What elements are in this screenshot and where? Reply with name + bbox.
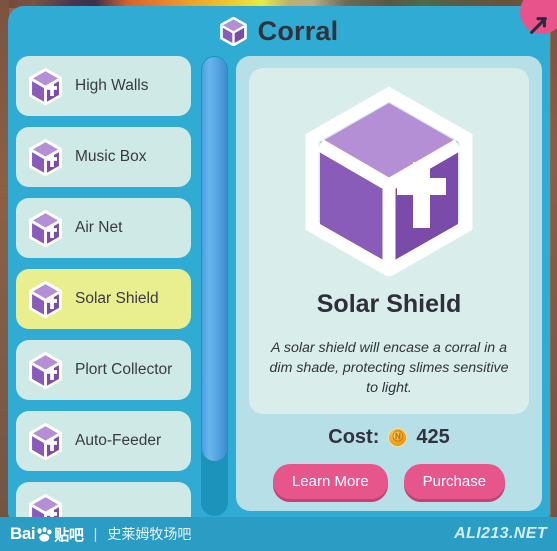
newbuck-coin-icon: Ⓝ — [388, 428, 408, 447]
detail-description: A solar shield will encase a corral in a… — [269, 340, 509, 397]
list-scrollbar-track[interactable] — [201, 56, 228, 516]
game-world-backdrop-right — [551, 0, 557, 551]
detail-card: Solar Shield A solar shield will encase … — [249, 68, 529, 414]
dialog-header: Corral — [8, 6, 550, 56]
cube-plus-icon — [27, 280, 64, 319]
tieba-text: 贴吧 — [54, 526, 84, 544]
cube-plus-icon — [27, 138, 64, 177]
list-scrollbar-thumb[interactable] — [202, 57, 227, 461]
list-item-label: Plort Collector — [75, 360, 173, 378]
cube-plus-icon — [27, 351, 64, 390]
detail-actions: Learn More Purchase — [236, 464, 542, 499]
list-item[interactable]: Air Net — [16, 198, 191, 258]
cube-plus-icon — [27, 493, 64, 519]
list-item-label: Solar Shield — [75, 289, 159, 307]
list-item-label: Air Net — [75, 218, 123, 236]
list-item[interactable]: Auto-Feeder — [16, 411, 191, 471]
list-item[interactable]: Music Box — [16, 127, 191, 187]
detail-icon-wrap — [249, 86, 529, 276]
list-item[interactable]: High Walls — [16, 56, 191, 116]
game-screen: Corral High Walls Music Box Air Net Sola… — [0, 0, 557, 551]
list-item[interactable] — [16, 482, 191, 519]
cost-value: 425 — [416, 426, 450, 448]
purchase-button[interactable]: Purchase — [403, 464, 506, 499]
cube-plus-icon — [27, 209, 64, 248]
cost-label: Cost: — [328, 426, 380, 448]
watermark-separator: | — [93, 525, 98, 543]
cost-row: Cost: Ⓝ 425 — [236, 426, 542, 449]
watermark-left: Bai 贴吧 | 史莱姆牧场吧 — [10, 524, 191, 545]
corral-upgrades-dialog: Corral High Walls Music Box Air Net Sola… — [8, 0, 557, 519]
list-item-label: High Walls — [75, 76, 149, 94]
learn-more-button[interactable]: Learn More — [272, 464, 388, 499]
upgrade-list: High Walls Music Box Air Net Solar Shiel… — [16, 56, 196, 519]
site-watermark: ALI213.NET — [454, 525, 547, 542]
detail-title: Solar Shield — [316, 290, 462, 318]
close-x-icon — [530, 17, 547, 34]
baidu-logo: Bai 贴吧 — [10, 524, 84, 545]
watermark-bar: Bai 贴吧 | 史莱姆牧场吧 ALI213.NET — [0, 517, 557, 551]
list-item-label: Auto-Feeder — [75, 431, 162, 449]
cube-icon — [219, 16, 247, 46]
page-title: Corral — [257, 15, 339, 46]
cube-plus-icon — [294, 86, 484, 276]
baidu-paw-icon — [36, 526, 53, 542]
baidu-text: Bai — [10, 524, 36, 543]
cube-plus-icon — [27, 422, 64, 461]
list-item[interactable]: Solar Shield — [16, 269, 191, 329]
list-item-label: Music Box — [75, 147, 147, 165]
cube-plus-icon — [27, 67, 64, 106]
upgrade-detail-panel: Solar Shield A solar shield will encase … — [236, 56, 542, 511]
forum-name: 史莱姆牧场吧 — [107, 526, 192, 542]
list-item[interactable]: Plort Collector — [16, 340, 191, 400]
